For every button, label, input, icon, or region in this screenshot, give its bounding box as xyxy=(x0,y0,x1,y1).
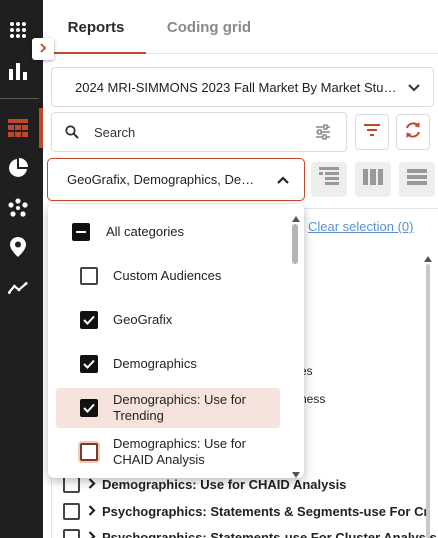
tree-row[interactable]: Psychographics: Statements-use For Clust… xyxy=(63,526,437,538)
rows-icon xyxy=(407,169,427,190)
checkbox[interactable] xyxy=(80,355,98,373)
apps-grid-icon[interactable] xyxy=(8,20,28,40)
bar-chart-icon[interactable] xyxy=(8,61,28,81)
chevron-down-icon xyxy=(407,80,421,97)
option-geografix[interactable]: GeoGrafix xyxy=(56,310,280,330)
option-label: Demographics: Use for CHAID Analysis xyxy=(113,436,246,467)
tree-row[interactable]: Psychographics: Statements & Segments-us… xyxy=(63,500,429,522)
checkbox[interactable] xyxy=(80,443,98,461)
category-dropdown: All categories Custom Audiences GeoGrafi… xyxy=(48,204,304,478)
option-demographics[interactable]: Demographics xyxy=(56,354,280,374)
refresh-icon xyxy=(404,121,422,144)
sliders-icon[interactable] xyxy=(315,124,331,145)
filter-icon xyxy=(363,123,381,142)
row-checkbox[interactable] xyxy=(63,475,80,493)
tab-bar: Reports Coding grid xyxy=(43,0,438,54)
option-custom-audiences[interactable]: Custom Audiences xyxy=(56,266,280,286)
view-rows-button[interactable] xyxy=(399,162,435,197)
tree-row-label: Psychographics: Statements & Segments-us… xyxy=(102,503,429,519)
location-pin-icon[interactable] xyxy=(8,237,28,257)
option-label: Demographics xyxy=(113,356,197,371)
columns-icon xyxy=(363,169,383,190)
row-checkbox[interactable] xyxy=(63,502,80,520)
app: Reports Coding grid 2024 MRI-SIMMONS 202… xyxy=(0,0,438,538)
network-icon[interactable] xyxy=(8,198,28,218)
option-label: Demographics: Use for Trending xyxy=(113,392,246,423)
dropdown-scrollbar[interactable] xyxy=(291,210,301,478)
filter-button[interactable] xyxy=(355,114,389,150)
scrollbar-thumb[interactable] xyxy=(292,224,298,264)
active-tab-underline xyxy=(46,52,146,54)
study-select[interactable]: 2024 MRI-SIMMONS 2023 Fall Market By Mar… xyxy=(51,67,434,107)
rail-divider xyxy=(0,98,39,99)
chevron-right-icon xyxy=(38,40,48,58)
checkbox[interactable] xyxy=(80,267,98,285)
view-tree-button[interactable] xyxy=(311,162,347,197)
option-label: GeoGrafix xyxy=(113,312,173,327)
table-icon[interactable] xyxy=(8,118,28,138)
tab-coding-grid[interactable]: Coding grid xyxy=(153,0,265,54)
tab-reports[interactable]: Reports xyxy=(46,0,146,54)
option-label: All categories xyxy=(106,224,185,239)
refresh-button[interactable] xyxy=(396,114,430,150)
tree-view-icon xyxy=(318,166,340,193)
option-all-categories[interactable]: All categories xyxy=(56,222,280,242)
option-label: Custom Audiences xyxy=(113,268,222,283)
option-demographics-chaid[interactable]: Demographics: Use for CHAID Analysis xyxy=(56,432,280,472)
tree-row-label: Demographics: Use for CHAID Analysis xyxy=(102,476,347,492)
clear-selection-link[interactable]: Clear selection (0) xyxy=(308,219,414,234)
expand-rail-button[interactable] xyxy=(32,38,54,60)
search-input[interactable]: Search xyxy=(51,112,347,152)
chevron-up-icon xyxy=(276,173,290,190)
view-columns-button[interactable] xyxy=(355,162,391,197)
pie-chart-icon[interactable] xyxy=(8,158,28,178)
scroll-down-icon[interactable] xyxy=(291,466,301,478)
scrollbar-thumb[interactable] xyxy=(426,264,430,538)
trend-line-icon[interactable] xyxy=(8,278,28,298)
category-select-value: GeoGrafix, Demographics, Demographics: U… xyxy=(67,172,263,187)
row-checkbox[interactable] xyxy=(63,528,80,538)
checkbox[interactable] xyxy=(80,399,98,417)
option-demographics-trending[interactable]: Demographics: Use for Trending xyxy=(56,388,280,428)
category-select[interactable]: GeoGrafix, Demographics, Demographics: U… xyxy=(47,158,305,201)
left-nav-rail xyxy=(0,0,43,538)
tree-row-label: Psychographics: Statements-use For Clust… xyxy=(102,529,437,538)
expand-arrow-icon[interactable] xyxy=(88,504,96,519)
search-placeholder: Search xyxy=(94,125,136,140)
tree-scrollbar[interactable] xyxy=(423,250,433,538)
indeterminate-checkbox[interactable] xyxy=(72,223,90,241)
study-select-value: 2024 MRI-SIMMONS 2023 Fall Market By Mar… xyxy=(75,79,397,95)
expand-arrow-icon[interactable] xyxy=(88,530,96,538)
search-icon xyxy=(65,125,79,144)
checkbox[interactable] xyxy=(80,311,98,329)
expand-arrow-icon[interactable] xyxy=(88,477,96,492)
